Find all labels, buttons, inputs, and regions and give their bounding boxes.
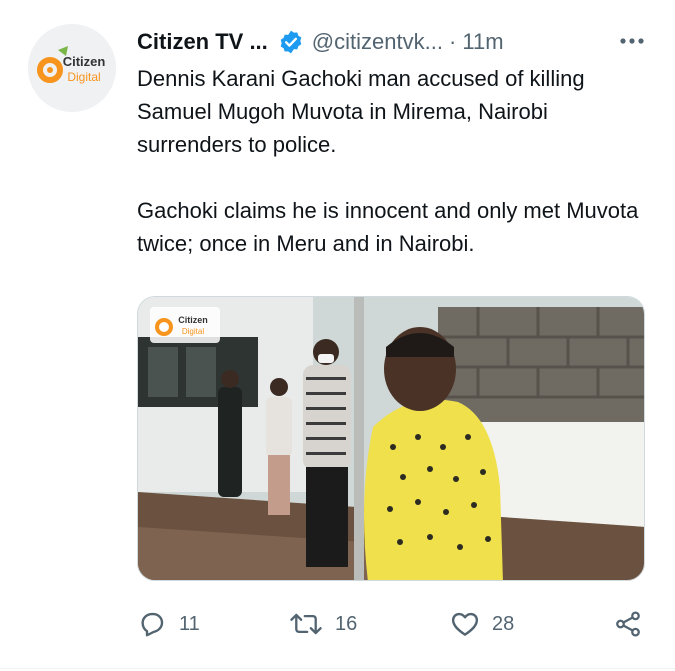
avatar-logo-text-top: Citizen xyxy=(63,54,106,69)
tweet-paragraph-2: Gachoki claims he is innocent and only m… xyxy=(137,198,639,256)
author-handle[interactable]: @citizentvk... xyxy=(312,29,443,55)
citizen-digital-logo: Citizen Digital xyxy=(28,24,116,112)
tweet-paragraph-1: Dennis Karani Gachoki man accused of kil… xyxy=(137,66,585,157)
author-name[interactable]: Citizen TV ... xyxy=(137,29,268,55)
tweet-card[interactable]: Citizen Digital Citizen TV ... @citizent… xyxy=(0,0,675,671)
retweet-icon xyxy=(290,613,322,635)
like-icon xyxy=(451,612,479,636)
tweet-actions: 11 16 28 xyxy=(137,604,647,644)
more-options-icon[interactable] xyxy=(617,26,647,56)
video-thumbnail: Citizen Digital xyxy=(138,297,644,580)
verified-badge-icon xyxy=(278,29,304,55)
reply-button[interactable]: 11 xyxy=(137,604,200,644)
reply-icon xyxy=(141,612,164,637)
tweet-text: Dennis Karani Gachoki man accused of kil… xyxy=(137,62,652,260)
like-count: 28 xyxy=(492,612,515,635)
reply-count: 11 xyxy=(179,612,200,635)
media-watermark-bottom: Digital xyxy=(182,327,204,336)
tweet-divider xyxy=(0,668,675,669)
tweet-timestamp[interactable]: · 11m xyxy=(449,29,504,55)
share-icon xyxy=(616,611,640,637)
retweet-button[interactable]: 16 xyxy=(289,604,357,644)
author-avatar[interactable]: Citizen Digital xyxy=(28,24,116,112)
tweet-media-video[interactable]: Citizen Digital xyxy=(137,296,645,581)
share-button[interactable] xyxy=(613,604,643,644)
tweet-header: Citizen TV ... @citizentvk... · 11m xyxy=(137,24,657,60)
retweet-count: 16 xyxy=(335,612,358,635)
media-watermark-top: Citizen xyxy=(178,315,208,325)
avatar-logo-text-bottom: Digital xyxy=(67,70,100,84)
like-button[interactable]: 28 xyxy=(450,604,514,644)
